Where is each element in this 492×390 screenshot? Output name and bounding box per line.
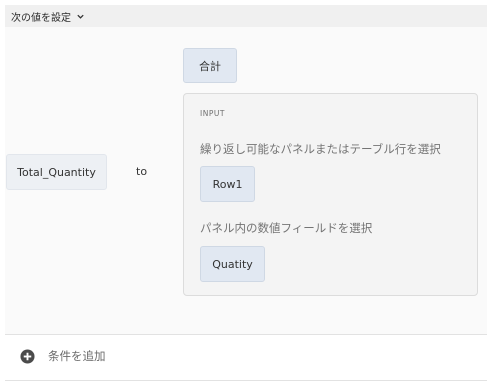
add-condition-label: 条件を追加 [48, 349, 106, 363]
divider-bottom [5, 380, 487, 381]
target-field-label: Total_Quantity [17, 165, 96, 179]
chevron-down-icon[interactable] [76, 12, 85, 21]
add-condition-button[interactable]: 条件を追加 [20, 348, 106, 364]
numeric-field-chip[interactable]: Quatity [200, 246, 265, 282]
rule-editor: 次の値を設定 Total_Quantity to 合計 INPUT 繰り返し可能… [0, 0, 492, 390]
repeatable-panel-chip[interactable]: Row1 [200, 166, 255, 202]
input-panel-title: INPUT [200, 109, 225, 118]
plus-circle-icon [20, 348, 35, 364]
sum-function-chip[interactable]: 合計 [183, 48, 237, 83]
set-value-header[interactable]: 次の値を設定 [5, 5, 487, 27]
to-connector-label: to [136, 165, 148, 178]
input-panel: INPUT 繰り返し可能なパネルまたはテーブル行を選択 Row1 パネル内の数値… [183, 93, 478, 296]
header-title: 次の値を設定 [11, 12, 71, 24]
target-field-chip[interactable]: Total_Quantity [6, 154, 107, 190]
repeatable-panel-prompt: 繰り返し可能なパネルまたはテーブル行を選択 [200, 142, 441, 156]
numeric-field-prompt: パネル内の数値フィールドを選択 [200, 221, 373, 235]
numeric-field-value: Quatity [212, 257, 253, 271]
sum-function-label: 合計 [199, 59, 221, 73]
divider-top [5, 334, 487, 335]
repeatable-panel-value: Row1 [212, 177, 243, 191]
